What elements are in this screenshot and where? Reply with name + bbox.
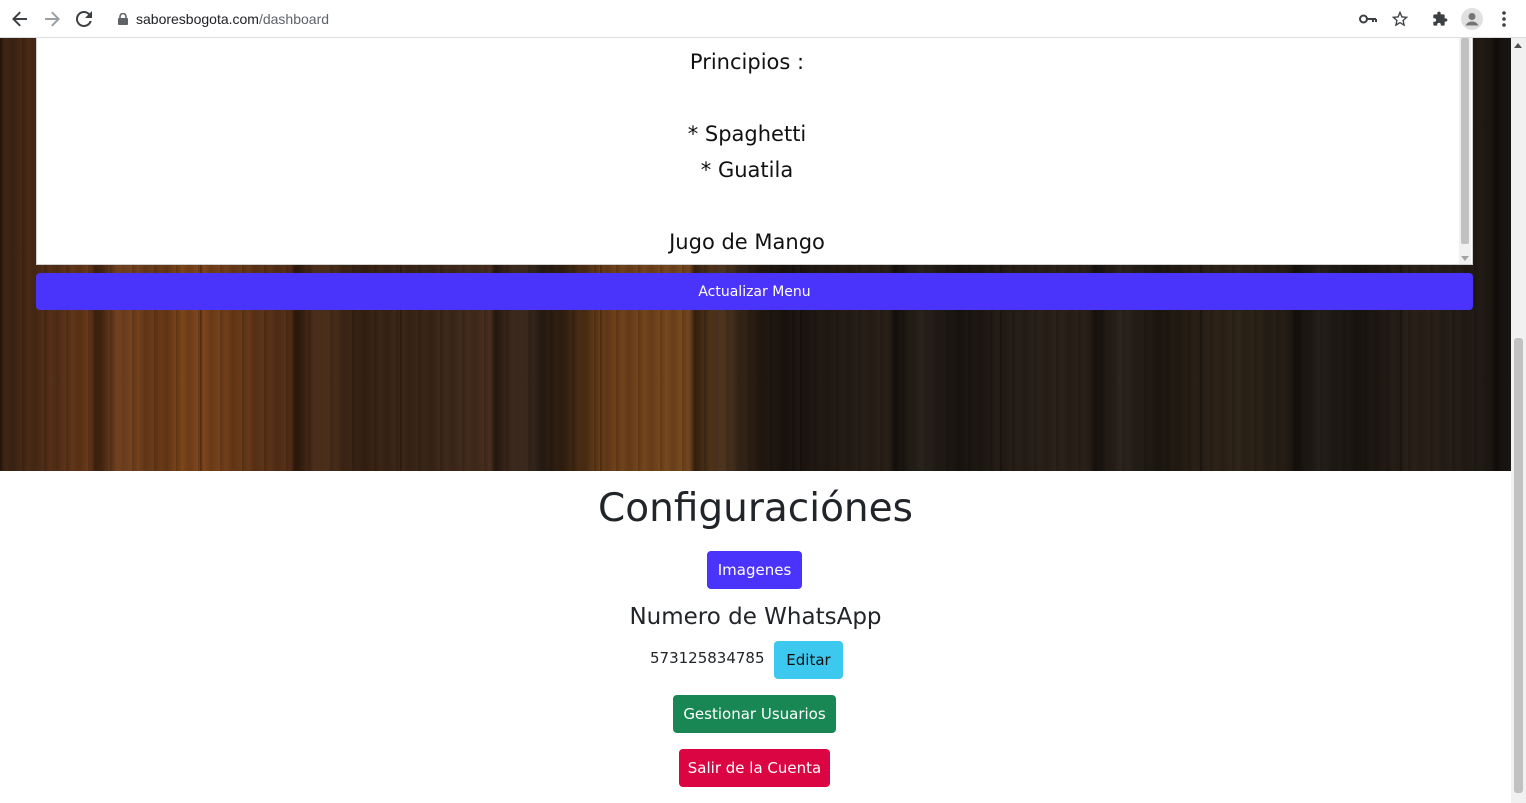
- key-icon[interactable]: [1356, 7, 1380, 31]
- manage-users-button[interactable]: Gestionar Usuarios: [673, 695, 836, 733]
- url-path: /dashboard: [258, 11, 330, 27]
- textarea-scrollbar-thumb[interactable]: [1461, 38, 1469, 244]
- whatsapp-title: Numero de WhatsApp: [629, 604, 882, 630]
- update-menu-button[interactable]: Actualizar Menu: [36, 273, 1473, 310]
- page-scrollbar-thumb[interactable]: [1514, 338, 1523, 793]
- textarea-scrollbar[interactable]: [1459, 38, 1471, 264]
- settings-title: Configuraciónes: [598, 486, 913, 531]
- more-menu-icon[interactable]: [1492, 7, 1516, 31]
- address-bar[interactable]: saboresbogota.com/dashboard: [108, 4, 958, 34]
- scroll-down-arrow-icon[interactable]: [1461, 256, 1469, 261]
- profile-avatar-icon[interactable]: [1460, 7, 1484, 31]
- reload-icon[interactable]: [72, 7, 96, 31]
- forward-icon[interactable]: [40, 7, 64, 31]
- images-button[interactable]: Imagenes: [707, 551, 802, 589]
- extensions-icon[interactable]: [1428, 7, 1452, 31]
- star-icon[interactable]: [1388, 7, 1412, 31]
- edit-whatsapp-button[interactable]: Editar: [774, 641, 843, 679]
- url-host: saboresbogota.com: [136, 11, 259, 27]
- menu-line: * Guatila: [700, 158, 794, 182]
- logout-button[interactable]: Salir de la Cuenta: [679, 749, 830, 787]
- back-icon[interactable]: [8, 7, 32, 31]
- page-scrollbar[interactable]: [1511, 38, 1526, 803]
- menu-line: Jugo de Mango: [669, 230, 825, 254]
- menu-textarea[interactable]: Principios : * Spaghetti * Guatila Jugo …: [36, 38, 1473, 265]
- whatsapp-number: 573125834785: [650, 649, 765, 667]
- page-viewport: Principios : * Spaghetti * Guatila Jugo …: [0, 38, 1511, 803]
- browser-toolbar: saboresbogota.com/dashboard: [0, 0, 1526, 38]
- lock-icon: [118, 13, 128, 25]
- menu-line: Principios :: [689, 50, 805, 74]
- scroll-up-arrow-icon[interactable]: [1514, 43, 1522, 48]
- menu-line: * Spaghetti: [687, 122, 807, 146]
